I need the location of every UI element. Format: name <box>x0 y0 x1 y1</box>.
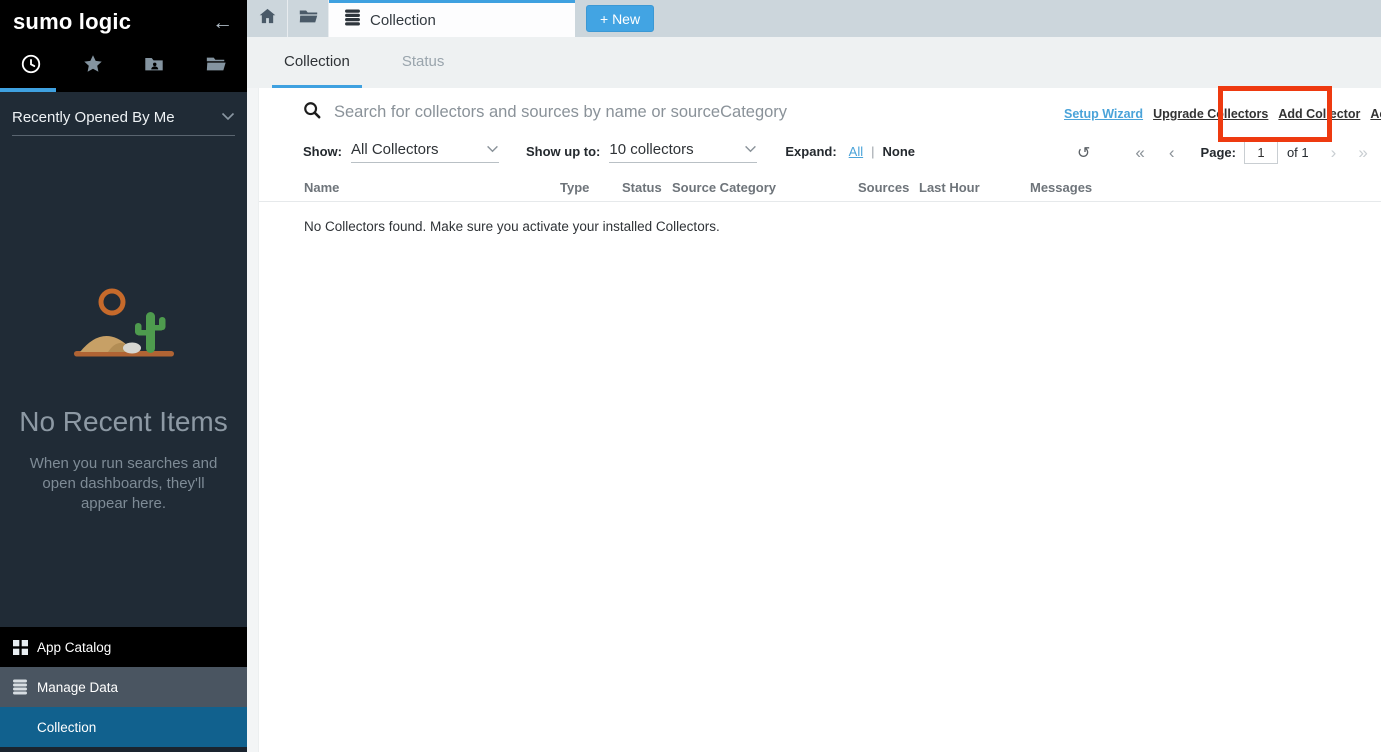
top-tab-bar: Collection + New <box>247 0 1381 37</box>
refresh-icon[interactable]: ↻ <box>1077 143 1090 162</box>
tab-recents[interactable] <box>0 44 62 88</box>
show-up-to-dropdown[interactable]: 10 collectors <box>609 140 757 163</box>
next-page-button[interactable]: › <box>1331 144 1337 161</box>
show-label: Show: <box>303 144 342 159</box>
content-wrapper: Setup Wizard Upgrade Collectors Add Coll… <box>247 88 1381 752</box>
sidebar-item-manage-data[interactable]: Manage Data <box>0 667 247 707</box>
last-page-button[interactable]: » <box>1358 144 1367 161</box>
collapse-sidebar-icon[interactable]: ← <box>212 12 233 33</box>
header-links: Setup Wizard Upgrade Collectors Add Coll… <box>1064 107 1381 121</box>
panel-gutter <box>247 88 259 752</box>
setup-wizard-link[interactable]: Setup Wizard <box>1064 107 1143 121</box>
sidebar-item-label: Collection <box>37 720 96 735</box>
sidebar-icon-tabs <box>0 44 247 88</box>
chevron-down-icon <box>221 108 235 126</box>
first-page-button[interactable]: « <box>1135 144 1144 161</box>
no-recent-items-title: No Recent Items <box>0 406 247 438</box>
column-header-source-category[interactable]: Source Category <box>672 180 776 195</box>
expand-none-link[interactable]: None <box>883 144 916 159</box>
expand-separator: | <box>871 144 874 159</box>
recently-opened-label: Recently Opened By Me <box>12 109 175 126</box>
pagination-row: ↻ « ‹ Page: of 1 › » <box>1077 140 1368 164</box>
no-recent-items-message: When you run searches and open dashboard… <box>19 454 229 513</box>
upgrade-collectors-link[interactable]: Upgrade Collectors <box>1153 107 1268 121</box>
page-label: Page: <box>1201 145 1236 160</box>
sumo-logic-logo: sumo logic <box>13 9 131 35</box>
table-header-row: Name Type Status Source Category Sources… <box>259 180 1381 202</box>
show-up-to-label: Show up to: <box>526 144 600 159</box>
filter-row: Show: All Collectors Show up to: 10 coll… <box>303 140 915 163</box>
folder-icon <box>299 8 318 29</box>
sidebar-header: sumo logic ← <box>0 0 247 44</box>
tab-collection[interactable]: Collection <box>272 37 362 88</box>
column-header-sources[interactable]: Sources <box>858 180 909 195</box>
new-button[interactable]: + New <box>586 5 654 32</box>
tab-status[interactable]: Status <box>390 37 457 88</box>
page-of-label: of 1 <box>1287 145 1309 160</box>
tab-title: Collection <box>370 12 436 29</box>
desert-illustration <box>66 286 182 364</box>
add-collector-link[interactable]: Add Collector <box>1278 107 1360 121</box>
recently-opened-dropdown[interactable]: Recently Opened By Me <box>12 108 235 136</box>
tab-library[interactable] <box>185 44 247 88</box>
search-input[interactable] <box>334 103 954 122</box>
left-sidebar: sumo logic ← <box>0 0 247 752</box>
column-header-last-hour[interactable]: Last Hour <box>919 180 980 195</box>
show-dropdown-value: All Collectors <box>351 141 439 158</box>
home-button[interactable] <box>247 0 288 37</box>
database-icon <box>344 9 361 31</box>
search-icon <box>303 101 321 124</box>
show-up-to-value: 10 collectors <box>609 141 693 158</box>
empty-table-message: No Collectors found. Make sure you activ… <box>304 219 720 234</box>
app-window: sumo logic ← <box>0 0 1381 752</box>
sidebar-item-app-catalog[interactable]: App Catalog <box>0 627 247 667</box>
tab-shared-folders[interactable] <box>124 44 186 88</box>
tab-favorites[interactable] <box>62 44 124 88</box>
secondary-tabs: Collection Status <box>247 37 1381 88</box>
column-header-status[interactable]: Status <box>622 180 662 195</box>
star-icon <box>82 53 104 80</box>
sidebar-next-item-sliver <box>0 747 247 752</box>
show-dropdown[interactable]: All Collectors <box>351 140 499 163</box>
sidebar-item-collection[interactable]: Collection <box>0 707 247 747</box>
chevron-down-icon <box>486 140 499 158</box>
column-header-type[interactable]: Type <box>560 180 589 195</box>
column-header-messages[interactable]: Messages <box>1030 180 1092 195</box>
column-header-name[interactable]: Name <box>304 180 339 195</box>
sidebar-empty-state: No Recent Items When you run searches an… <box>0 286 247 513</box>
grid-icon <box>12 640 28 655</box>
sidebar-bottom-menu: App Catalog Manage Data Collection <box>0 627 247 752</box>
prev-page-button[interactable]: ‹ <box>1169 144 1175 161</box>
home-icon <box>259 8 276 29</box>
library-button[interactable] <box>288 0 329 37</box>
clock-icon <box>20 53 42 80</box>
expand-label: Expand: <box>785 144 836 159</box>
search-bar <box>303 101 954 124</box>
collection-window-tab[interactable]: Collection <box>329 0 575 37</box>
page-number-input[interactable] <box>1244 140 1278 164</box>
folder-user-icon <box>143 53 165 80</box>
expand-all-link[interactable]: All <box>849 144 863 159</box>
sidebar-item-label: Manage Data <box>37 680 118 695</box>
open-folder-icon <box>204 53 228 80</box>
access-keys-link[interactable]: Access Keys <box>1370 107 1381 121</box>
chevron-down-icon <box>744 140 757 158</box>
database-icon <box>12 679 28 695</box>
sidebar-item-label: App Catalog <box>37 640 111 655</box>
collection-panel: Setup Wizard Upgrade Collectors Add Coll… <box>259 88 1381 752</box>
